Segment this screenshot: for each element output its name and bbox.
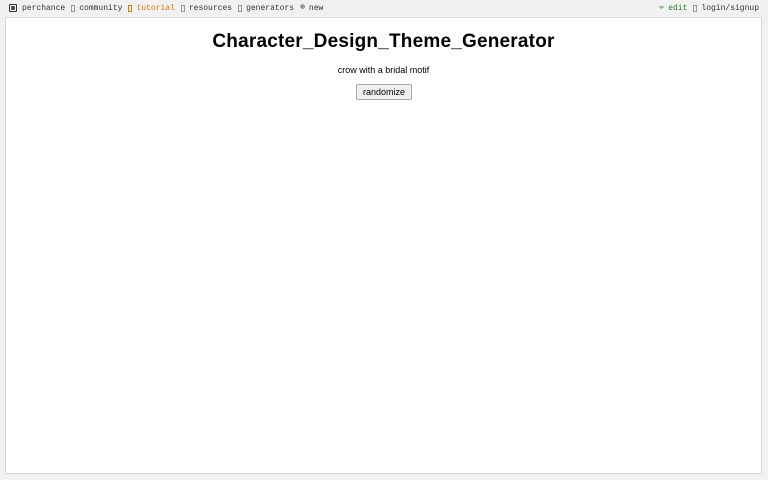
nav-label-edit: edit xyxy=(668,3,688,13)
topbar-right-group: ✏ edit login/signup xyxy=(659,0,768,16)
nav-label-resources: resources xyxy=(188,3,233,13)
topbar-left-group: perchance community tutorial resources g… xyxy=(0,0,329,16)
nav-label-login-signup: login/signup xyxy=(701,3,759,13)
nav-link-perchance[interactable]: perchance xyxy=(9,4,65,13)
page-title: Character_Design_Theme_Generator xyxy=(212,31,555,52)
nav-label-tutorial: tutorial xyxy=(136,3,175,13)
nav-label-new: new xyxy=(308,3,324,13)
nav-link-new[interactable]: ⊕ new xyxy=(300,4,323,13)
nav-link-tutorial[interactable]: tutorial xyxy=(128,3,175,13)
book-icon xyxy=(128,4,133,12)
chat-icon xyxy=(71,4,76,12)
nav-link-community[interactable]: community xyxy=(71,4,122,13)
dice-icon xyxy=(9,4,17,12)
nav-label-perchance: perchance xyxy=(22,3,66,13)
nav-label-community: community xyxy=(79,3,123,13)
nav-link-login-signup[interactable]: login/signup xyxy=(693,4,759,13)
box-icon xyxy=(180,4,185,12)
nav-link-generators[interactable]: generators xyxy=(238,4,294,13)
box-icon xyxy=(238,4,243,12)
generator-output-card: Character_Design_Theme_Generator crow wi… xyxy=(5,17,762,474)
user-icon xyxy=(693,4,698,12)
nav-link-resources[interactable]: resources xyxy=(180,3,233,13)
pencil-icon: ✏ xyxy=(659,3,665,12)
nav-label-generators: generators xyxy=(246,3,295,13)
nav-link-edit[interactable]: ✏ edit xyxy=(659,4,687,13)
top-navigation-bar: perchance community tutorial resources g… xyxy=(0,0,768,16)
randomize-button[interactable]: randomize xyxy=(356,84,412,100)
generated-output: crow with a bridal motif xyxy=(337,65,430,75)
plus-circle-icon: ⊕ xyxy=(300,3,305,12)
